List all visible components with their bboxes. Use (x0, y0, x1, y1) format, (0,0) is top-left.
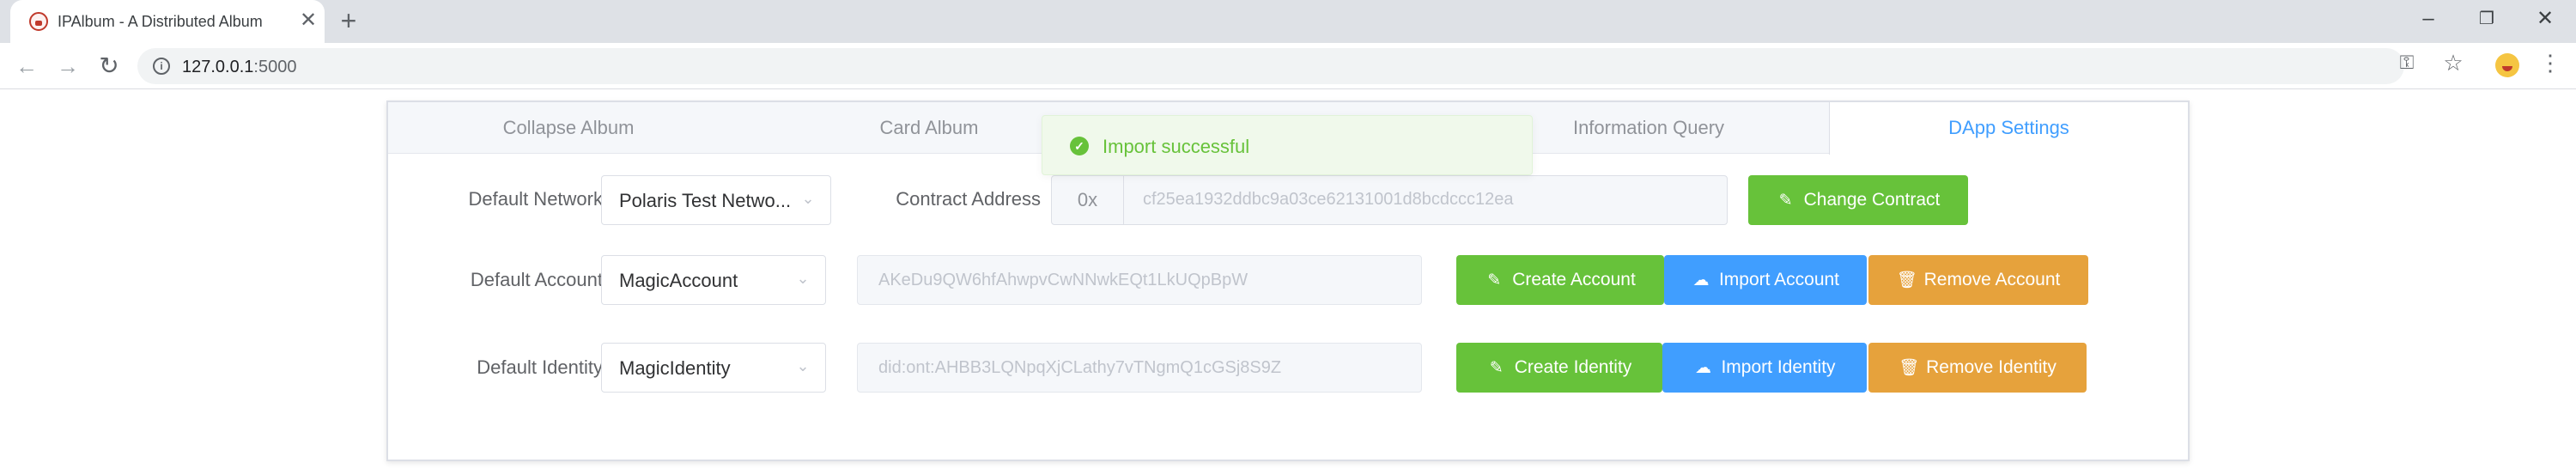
network-select[interactable]: Polaris Test Netwo... ⌄ (601, 175, 831, 225)
edit-icon: ✎ (1489, 359, 1504, 377)
close-tab-icon[interactable]: ✕ (297, 9, 319, 32)
url-text: 127.0.0.1:5000 (182, 58, 296, 77)
tab-dapp-settings[interactable]: DApp Settings (1829, 102, 2188, 155)
create-identity-button[interactable]: ✎ Create Identity (1456, 343, 1662, 393)
contract-address-value: cf25ea1932ddbc9a03ce62131001d8bcdccc12ea (1143, 190, 1514, 209)
reload-icon[interactable]: ↻ (94, 52, 124, 81)
trash-icon: 🗑 (1899, 359, 1920, 377)
toast-message: Import successful (1103, 136, 1250, 157)
remove-account-label: Remove Account (1923, 270, 2061, 289)
remove-identity-button[interactable]: 🗑 Remove Identity (1868, 343, 2087, 393)
browser-toolbar: ← → ↻ i 127.0.0.1:5000 (0, 43, 2576, 89)
url-host: 127.0.0.1 (182, 58, 254, 76)
create-account-button[interactable]: ✎ Create Account (1456, 255, 1664, 305)
change-contract-label: Change Contract (1803, 190, 1941, 210)
default-network-label: Default Network (468, 188, 603, 210)
new-tab-icon[interactable]: + (336, 7, 361, 34)
close-window-icon[interactable]: ✕ (2519, 3, 2571, 34)
create-account-label: Create Account (1512, 270, 1636, 289)
trash-icon: 🗑 (1896, 271, 1917, 289)
identity-did-value: did:ont:AHBB3LQNpqXjCLathy7vTNgmQ1cGSj8S… (878, 358, 1282, 377)
import-identity-label: Import Identity (1721, 357, 1836, 377)
import-account-label: Import Account (1718, 270, 1840, 289)
account-select-value: MagicAccount (619, 270, 738, 291)
url-port: :5000 (253, 58, 297, 76)
minimize-icon[interactable]: – (2403, 3, 2454, 34)
tab-collapse-album[interactable]: Collapse Album (388, 102, 749, 154)
address-bar[interactable]: i 127.0.0.1:5000 (137, 48, 2404, 84)
site-info-icon[interactable]: i (153, 58, 170, 75)
chevron-down-icon: ⌄ (796, 357, 810, 375)
change-contract-button[interactable]: ✎ Change Contract (1748, 175, 1968, 225)
browser-tab[interactable]: IPAlbum - A Distributed Album ✕ (10, 0, 325, 43)
identity-select-value: MagicIdentity (619, 357, 731, 379)
account-address-input: AKeDu9QW6hfAhwpvCwNNwkEQt1LkUQpBpW (857, 255, 1422, 305)
identity-did-input: did:ont:AHBB3LQNpqXjCLathy7vTNgmQ1cGSj8S… (857, 343, 1422, 393)
browser-tab-title: IPAlbum - A Distributed Album (58, 13, 289, 32)
contract-prefix: 0x (1052, 176, 1124, 224)
edit-icon: ✎ (1778, 192, 1793, 210)
default-identity-label: Default Identity (477, 356, 603, 378)
chevron-down-icon: ⌄ (801, 190, 815, 207)
account-address-value: AKeDu9QW6hfAhwpvCwNNwkEQt1LkUQpBpW (878, 271, 1249, 289)
remove-identity-label: Remove Identity (1926, 357, 2057, 377)
contract-address-label: Contract Address (896, 188, 1041, 210)
account-select[interactable]: MagicAccount ⌄ (601, 255, 826, 305)
check-circle-icon: ✓ (1070, 137, 1089, 155)
contract-address-input[interactable]: 0x cf25ea1932ddbc9a03ce62131001d8bcdccc1… (1051, 175, 1728, 225)
import-identity-button[interactable]: ☁ Import Identity (1662, 343, 1867, 393)
create-identity-label: Create Identity (1514, 357, 1632, 377)
forward-icon[interactable]: → (53, 52, 82, 81)
chevron-down-icon: ⌄ (796, 270, 810, 287)
profile-avatar-icon[interactable] (2495, 53, 2519, 77)
cloud-upload-icon: ☁ (1692, 271, 1710, 289)
default-account-label: Default Account (470, 269, 603, 290)
edit-icon: ✎ (1487, 271, 1502, 289)
more-menu-icon[interactable]: ⋮ (2537, 50, 2563, 76)
success-toast: ✓ Import successful (1042, 115, 1533, 175)
restore-icon[interactable]: ❐ (2461, 3, 2512, 34)
network-select-value: Polaris Test Netwo... (619, 190, 792, 211)
import-account-button[interactable]: ☁ Import Account (1664, 255, 1867, 305)
cloud-upload-icon: ☁ (1694, 359, 1711, 377)
browser-tabstrip: IPAlbum - A Distributed Album ✕ + – ❐ ✕ (0, 0, 2576, 43)
bookmark-star-icon[interactable]: ☆ (2440, 50, 2466, 76)
album-favicon-icon (29, 12, 48, 31)
back-icon[interactable]: ← (12, 52, 41, 81)
remove-account-button[interactable]: 🗑 Remove Account (1868, 255, 2088, 305)
key-icon[interactable]: ⚿ (2394, 50, 2420, 76)
identity-select[interactable]: MagicIdentity ⌄ (601, 343, 826, 393)
